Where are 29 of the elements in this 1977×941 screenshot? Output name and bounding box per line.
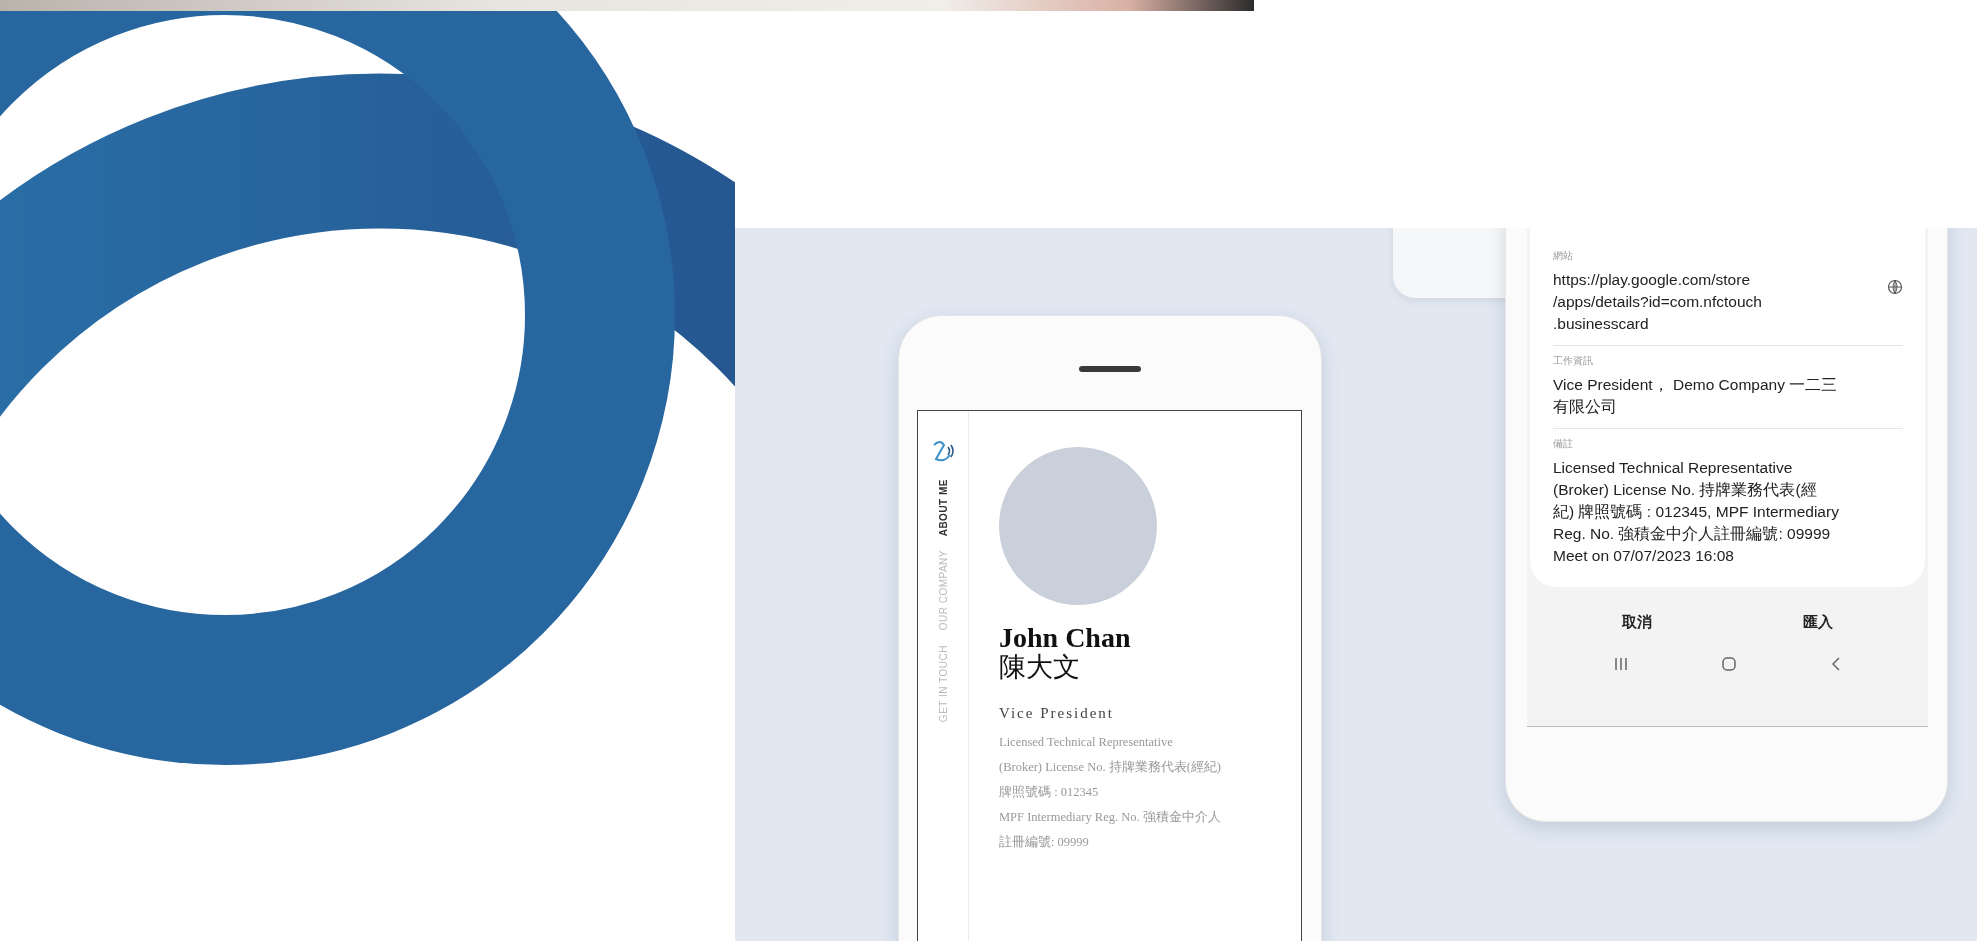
field-value: Reg. No. 強積金中介人註冊編號: 09999 [1553,524,1832,544]
back-icon[interactable] [1829,656,1842,672]
field-value: Meet on 07/07/2023 16:08 [1553,546,1735,566]
description-line: MPF Intermediary Reg. No. 強積金中介人 [999,809,1222,827]
field-value: /apps/details?id=com.nfctouch [1553,292,1763,312]
recent-apps-icon[interactable] [1613,656,1630,672]
globe-icon[interactable] [1887,279,1903,295]
field-label: 網站 [1553,249,1574,263]
person-name-chinese: 陳大文 [999,652,1081,684]
field-value: (Broker) License No. 持牌業務代表(經 [1553,480,1818,500]
field-value: .businesscard [1553,314,1650,334]
field-label: 工作資訊 [1553,354,1594,368]
dialog-button[interactable]: 匯入 [1792,609,1843,636]
field-value: Vice President， Demo Company 一二三 [1553,375,1839,395]
description-line: Licensed Technical Representative [999,734,1174,752]
job-title: Vice President [999,705,1115,723]
field-value: https://play.google.com/store [1553,270,1751,290]
description-line: 牌照號碼 : 012345 [999,784,1100,802]
home-icon[interactable] [1721,656,1738,672]
dialog-button[interactable]: 取消 [1612,609,1663,636]
field-value: 紀) 牌照號碼 : 012345, MPF Intermediary [1553,502,1840,522]
description-line: (Broker) License No. 持牌業務代表(經紀) [999,759,1222,777]
field-value: Licensed Technical Representative [1553,458,1794,478]
description-line: 註冊編號: 09999 [999,834,1090,852]
field-value: 有限公司 [1553,397,1618,417]
field-label: 備註 [1553,437,1574,451]
nav-tab[interactable]: ABOUT ME [937,479,949,537]
speaker-icon [1079,366,1141,372]
person-name: John Chan [999,623,1132,653]
